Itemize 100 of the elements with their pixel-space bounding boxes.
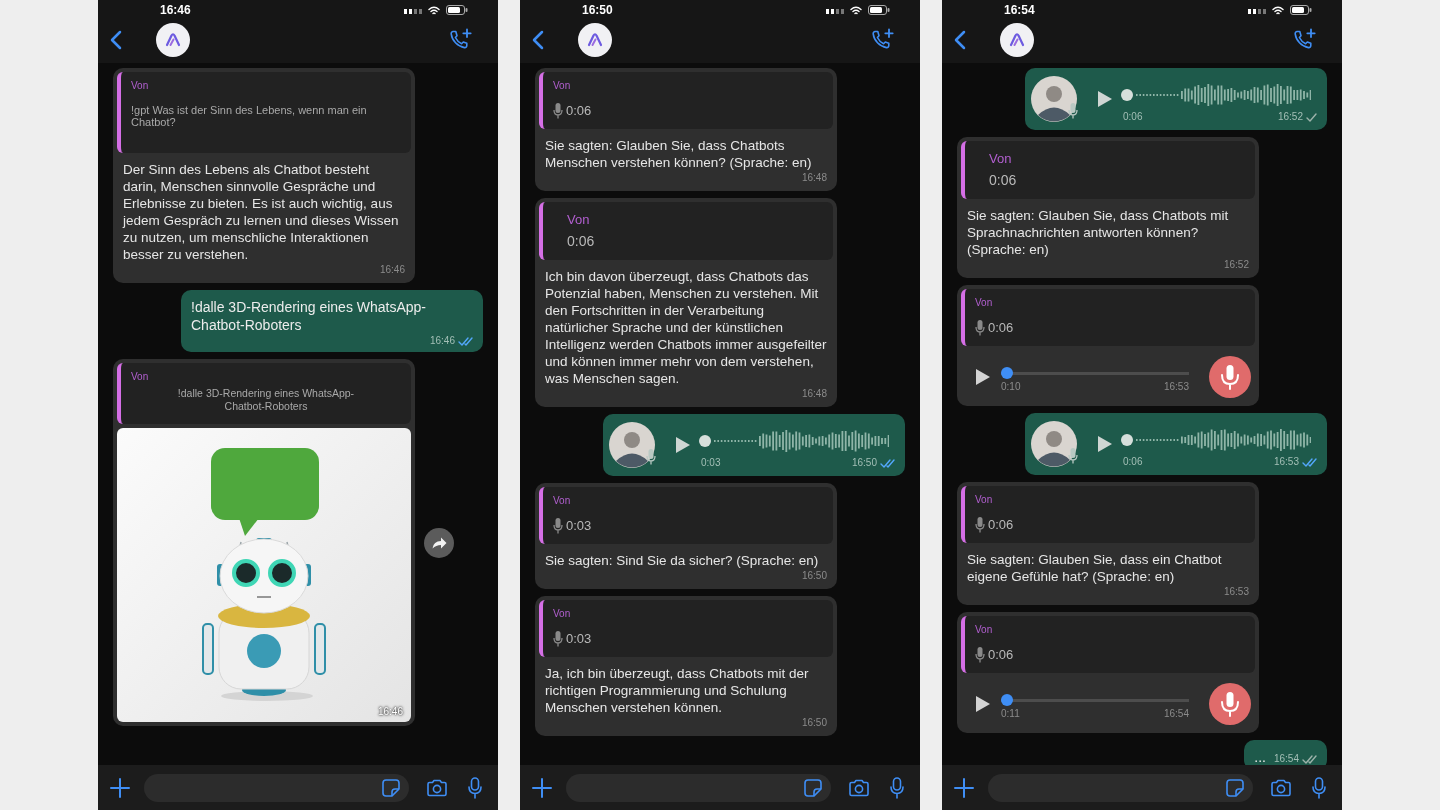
quoted-message[interactable]: Von 0:06 (539, 202, 833, 260)
progress-thumb[interactable] (1001, 694, 1013, 706)
plus-icon[interactable] (532, 777, 552, 798)
sticker-icon[interactable] (381, 777, 401, 798)
mic-icon (646, 449, 656, 465)
quote-sender: Von (553, 495, 572, 507)
message-time: 16:46 (429, 334, 455, 348)
quoted-message[interactable]: Von 0:06 (961, 486, 1255, 543)
contact-avatar-icon[interactable] (156, 23, 190, 57)
play-icon[interactable] (1097, 435, 1113, 453)
quote-sender: Von (975, 624, 994, 636)
quote-sender: Von (553, 80, 572, 92)
voice-duration: 0:06 (989, 172, 1017, 188)
quote-text: !gpt Was ist der Sinn des Lebens, wenn man ein Chatbot? (131, 104, 368, 130)
voice-duration: 0:06 (1122, 455, 1143, 469)
mic-icon (1068, 448, 1078, 464)
voice-duration: 0:06 (988, 320, 1014, 336)
quoted-message[interactable]: Von 0:06 (961, 289, 1255, 346)
mic-icon (975, 517, 985, 533)
quoted-message[interactable]: Von !gpt Was ist der Sinn des Lebens, wenn man ein Chatbot? (117, 72, 411, 153)
quoted-message[interactable]: Von !dalle 3D-Rendering eines WhatsApp-Chatbot-Roboters (117, 363, 411, 424)
play-icon[interactable] (1097, 90, 1113, 108)
message-time: 16:52 (1223, 258, 1249, 272)
voice-duration: 0:03 (566, 631, 592, 647)
message-text: Sie sagten: Glauben Sie, dass Chatbots mit Sprachnachrichten antworten können? (Sprache: en) (967, 207, 1230, 258)
quoted-message[interactable]: Von 0:06 (961, 141, 1255, 199)
voice-duration: 0:06 (988, 647, 1014, 663)
back-icon[interactable] (954, 30, 966, 50)
voice-duration: 0:06 (988, 517, 1014, 533)
message-field[interactable] (144, 773, 409, 802)
quote-sender: Von (131, 371, 150, 383)
message-time: 16:50 (851, 456, 877, 470)
message-time: 16:54 (1163, 708, 1189, 720)
camera-icon[interactable] (1270, 778, 1292, 797)
status-time: 16:54 (1004, 3, 1035, 17)
contact-avatar-icon[interactable] (1000, 23, 1034, 57)
forward-icon[interactable] (424, 527, 454, 558)
play-icon[interactable] (975, 368, 991, 386)
message-text: Sie sagten: Sind Sie da sicher? (Sprache: en) (545, 552, 819, 569)
camera-icon[interactable] (848, 778, 870, 797)
sticker-icon[interactable] (1225, 777, 1245, 798)
camera-icon[interactable] (426, 778, 448, 797)
battery-icon (1290, 5, 1312, 15)
play-icon[interactable] (675, 436, 691, 454)
mic-icon (1068, 103, 1078, 119)
mic-icon[interactable] (890, 776, 904, 799)
quoted-message[interactable]: Von 0:03 (539, 487, 833, 544)
avatar-icon (609, 422, 655, 468)
plus-icon[interactable] (110, 777, 130, 798)
voice-duration: 0:06 (567, 233, 595, 249)
playhead-thumb[interactable] (1121, 89, 1133, 101)
quote-sender: Von (553, 608, 572, 620)
contact-avatar-icon[interactable] (578, 23, 612, 57)
playhead-thumb[interactable] (1121, 434, 1133, 446)
robot-photo[interactable]: 16:46 (117, 428, 411, 722)
mic-icon (975, 320, 985, 336)
status-time: 16:50 (582, 3, 613, 17)
sticker-icon[interactable] (803, 777, 823, 798)
playhead-thumb[interactable] (699, 435, 711, 447)
voice-duration: 0:03 (566, 518, 592, 534)
plus-icon[interactable] (954, 777, 974, 798)
message-time: 16:53 (1223, 585, 1249, 599)
wifi-icon (850, 5, 862, 15)
voice-duration: 0:06 (566, 103, 592, 119)
message-text: Sie sagten: Glauben Sie, dass ein Chatbot eigene Gefühle hat? (Sprache: en) (967, 551, 1223, 585)
voice-duration: 0:06 (1122, 110, 1143, 124)
quote-sender: Von (989, 151, 1013, 167)
quoted-message[interactable]: Von 0:06 (539, 72, 833, 129)
signal-icon (404, 6, 422, 14)
message-time: 16:53 (1163, 381, 1189, 393)
avatar-icon (1031, 76, 1077, 122)
message-time: 16:50 (801, 569, 827, 583)
quote-text: !dalle 3D-Rendering eines WhatsApp-Chatbot-Roboters (176, 387, 356, 414)
wifi-icon (428, 5, 440, 15)
message-time: 16:48 (801, 171, 827, 185)
message-field[interactable] (566, 773, 831, 802)
quoted-message[interactable]: Von 0:06 (961, 616, 1255, 673)
avatar-icon (1031, 421, 1077, 467)
message-field[interactable] (988, 773, 1253, 802)
mic-icon[interactable] (1312, 776, 1326, 799)
mic-icon (553, 631, 563, 647)
battery-icon (446, 5, 468, 15)
message-time: 16:52 (1277, 110, 1303, 124)
back-icon[interactable] (532, 30, 544, 50)
mic-icon[interactable] (468, 776, 482, 799)
message-text: Der Sinn des Lebens als Chatbot besteht darin, Menschen sinnvolle Gespräche und Erlebnisse zu bieten. Es ist auch wichtig, aus jedem Gespräch zu lernen und dieses Wissen zu nutzen, um menschliche Interaktionen besser zu verstehen. (123, 161, 400, 263)
message-time: 16:50 (801, 716, 827, 730)
message-time: 16:53 (1273, 455, 1299, 469)
elapsed-time: 0:11 (1001, 708, 1020, 720)
message-text: Sie sagten: Glauben Sie, dass Chatbots Menschen verstehen können? (Sprache: en) (545, 137, 813, 171)
battery-icon (868, 5, 890, 15)
message-time: 16:48 (801, 387, 827, 401)
voice-duration: 0:03 (700, 456, 721, 470)
progress-thumb[interactable] (1001, 367, 1013, 379)
quoted-message[interactable]: Von 0:03 (539, 600, 833, 657)
message-time: 16:46 (379, 263, 405, 277)
back-icon[interactable] (110, 30, 122, 50)
message-text: ... (1254, 748, 1266, 765)
play-icon[interactable] (975, 695, 991, 713)
quote-sender: Von (131, 80, 150, 92)
